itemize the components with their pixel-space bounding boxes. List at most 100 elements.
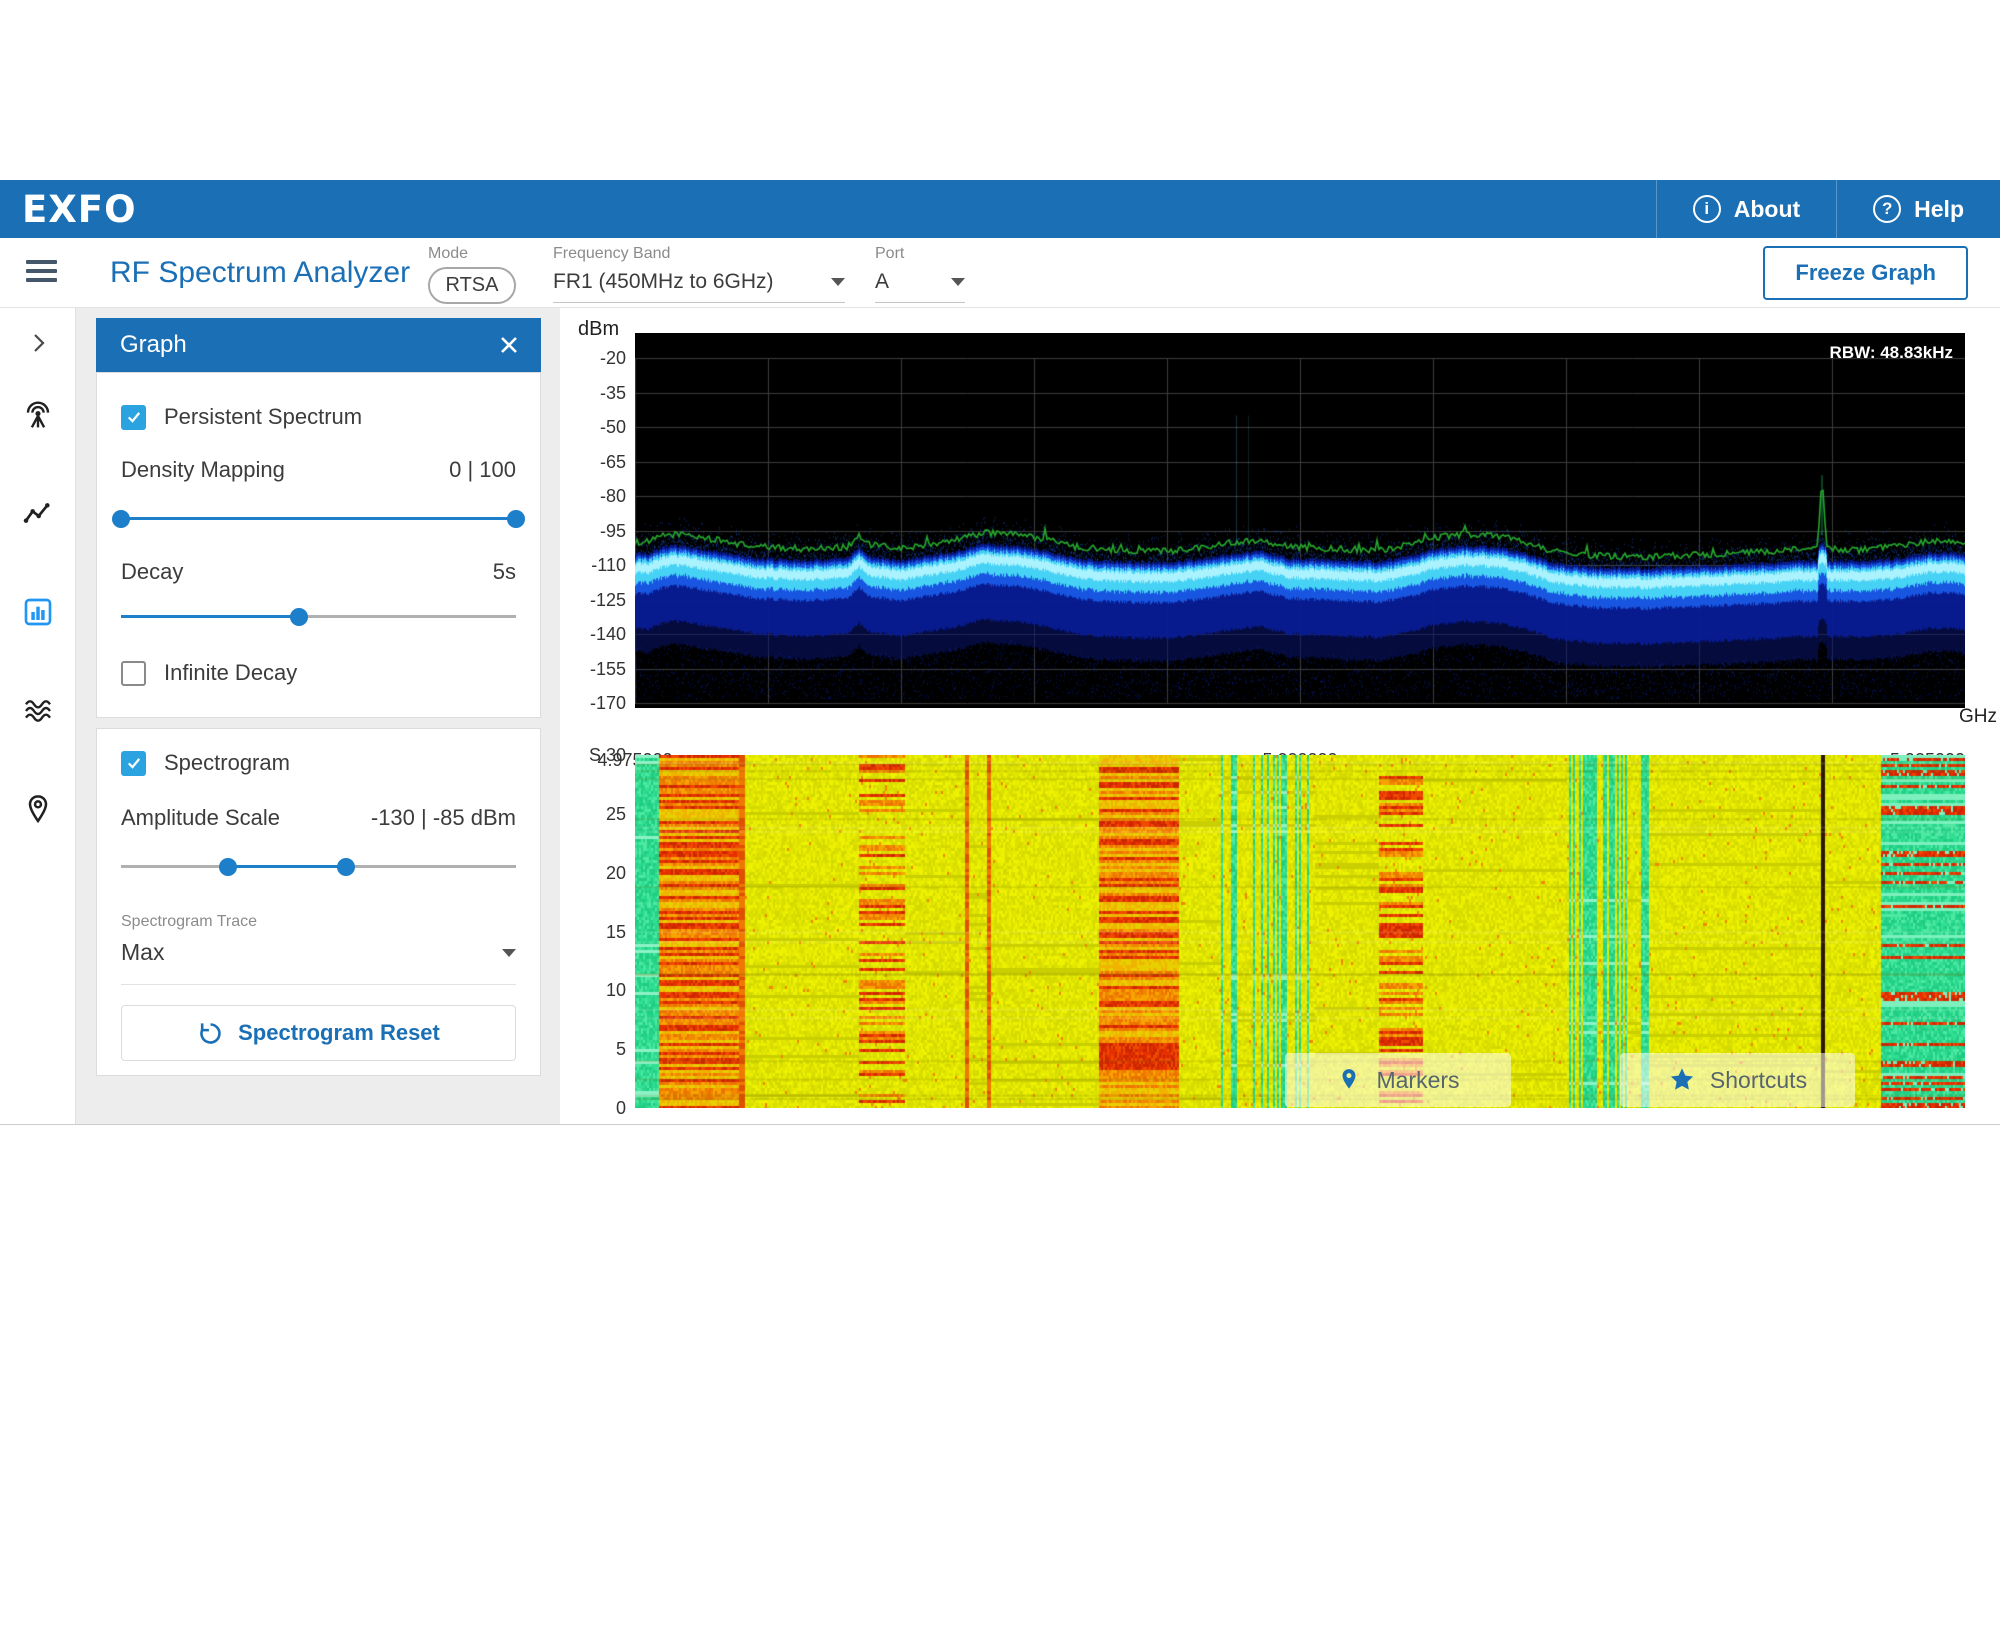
persistent-spectrum-card: Persistent Spectrum Density Mapping 0 | … [96,372,541,718]
spectrogram-reset-label: Spectrogram Reset [238,1020,440,1046]
trend-line-icon [22,498,54,530]
infinite-decay-row: Infinite Decay [121,659,516,687]
top-header-bar: EXFO i About ? Help [0,180,2000,238]
shortcuts-button[interactable]: Shortcuts [1620,1053,1855,1107]
port-select[interactable]: Port A [875,245,965,303]
density-mapping-label: Density Mapping [121,457,285,483]
graph-panel-header: Graph [96,318,541,372]
charts-area: dBm -20-35-50-65-80-95-110-125-140-155-1… [560,308,2000,1124]
decay-value: 5s [493,559,516,585]
decay-row: Decay 5s [121,559,516,585]
app-window: EXFO i About ? Help RF Spectrum Analyzer… [0,180,2000,1125]
persistent-spectrum-row: Persistent Spectrum [121,403,516,431]
persistent-spectrum-label: Persistent Spectrum [164,404,362,430]
chevron-down-icon [831,278,845,286]
about-label: About [1734,196,1800,223]
density-mapping-value: 0 | 100 [449,457,516,483]
amplitude-scale-label: Amplitude Scale [121,805,280,831]
frequency-band-select[interactable]: Frequency Band FR1 (450MHz to 6GHz) [553,245,845,303]
antenna-icon [22,400,54,432]
marker-pin-icon [1336,1067,1362,1093]
panel-column: Graph Persistent Spectrum [75,308,560,1124]
slider-track-active [228,865,347,868]
tick-label: -110 [560,554,626,576]
freeze-graph-button[interactable]: Freeze Graph [1763,246,1968,300]
slider-handle-low[interactable] [112,510,130,528]
about-button[interactable]: i About [1656,180,1836,238]
left-icon-rail [0,308,75,1124]
tick-label: 10 [560,979,626,1001]
location-pin-icon [22,793,54,825]
header-actions: i About ? Help [1656,180,2000,238]
check-icon [125,408,143,426]
x-axis-unit-label: GHz [1959,706,1997,728]
exfo-logo: EXFO [22,188,137,231]
tick-label: -50 [560,416,626,438]
sidebar-item-spectrum-trace[interactable] [19,495,57,533]
amplitude-scale-slider[interactable] [121,851,516,883]
port-label: Port [875,245,965,263]
tick-label: -20 [560,347,626,369]
tick-label: -170 [560,692,626,714]
spectrogram-trace-select[interactable]: Spectrogram Trace Max [121,913,516,985]
mode-value-chip[interactable]: RTSA [428,267,516,304]
close-icon[interactable] [497,333,521,357]
bar-chart-icon [22,596,54,628]
expand-panel-button[interactable] [19,324,57,362]
slider-handle-low[interactable] [219,858,237,876]
menu-icon[interactable] [26,260,57,287]
sidebar-item-markers[interactable] [19,790,57,828]
tick-label: 20 [560,862,626,884]
slider-handle-high[interactable] [507,510,525,528]
density-mapping-row: Density Mapping 0 | 100 [121,457,516,483]
slider-handle[interactable] [290,608,308,626]
tick-label: -35 [560,382,626,404]
spectrogram-row: Spectrogram [121,749,516,777]
spectrogram-trace-label: Spectrogram Trace [121,913,257,930]
question-icon: ? [1873,195,1901,223]
info-icon: i [1693,195,1721,223]
star-icon [1668,1066,1696,1094]
spectrogram-y-axis-labels: S 302520151050 [560,755,626,1108]
spectrogram-checkbox[interactable] [121,751,146,776]
persistent-spectrum-checkbox[interactable] [121,405,146,430]
slider-track-active [121,517,516,520]
sidebar-item-multi-trace[interactable] [19,692,57,730]
infinite-decay-checkbox[interactable] [121,661,146,686]
content-area: Graph Persistent Spectrum [0,308,2000,1125]
tick-label: 5 [560,1038,626,1060]
spectrogram-reset-button[interactable]: Spectrogram Reset [121,1005,516,1061]
spectrogram-label: Spectrogram [164,750,290,776]
page: EXFO i About ? Help RF Spectrum Analyzer… [0,0,2000,1652]
markers-button[interactable]: Markers [1285,1053,1511,1107]
chevron-down-icon [502,949,516,957]
chevron-right-icon [26,331,50,355]
sidebar-item-antenna[interactable] [19,397,57,435]
rbw-readout: RBW: 48.83kHz [1830,343,1953,363]
decay-label: Decay [121,559,183,585]
shortcuts-label: Shortcuts [1710,1067,1807,1094]
tick-label: 15 [560,921,626,943]
help-button[interactable]: ? Help [1836,180,2000,238]
slider-handle-high[interactable] [337,858,355,876]
graph-panel: Graph Persistent Spectrum [96,318,541,1076]
persistence-spectrum-plot[interactable] [635,333,1965,708]
panel-title: Graph [120,331,187,359]
tick-label: 25 [560,803,626,825]
tick-label: -80 [560,485,626,507]
decay-slider[interactable] [121,601,516,633]
mode-field: Mode RTSA [428,245,516,304]
spectrogram-card: Spectrogram Amplitude Scale -130 | -85 d… [96,728,541,1076]
spectrum-y-axis-labels: -20-35-50-65-80-95-110-125-140-155-170 [560,333,626,708]
density-mapping-slider[interactable] [121,503,516,535]
chevron-down-icon [951,278,965,286]
page-title: RF Spectrum Analyzer [110,256,410,290]
sidebar-item-graph-active[interactable] [19,593,57,631]
toolbar: RF Spectrum Analyzer Mode RTSA Frequency… [0,238,2000,308]
frequency-band-label: Frequency Band [553,245,845,263]
frequency-band-value: FR1 (450MHz to 6GHz) [553,270,774,294]
mode-label: Mode [428,245,516,263]
tick-label: -125 [560,589,626,611]
amplitude-scale-value: -130 | -85 dBm [371,805,516,831]
port-value: A [875,270,889,294]
